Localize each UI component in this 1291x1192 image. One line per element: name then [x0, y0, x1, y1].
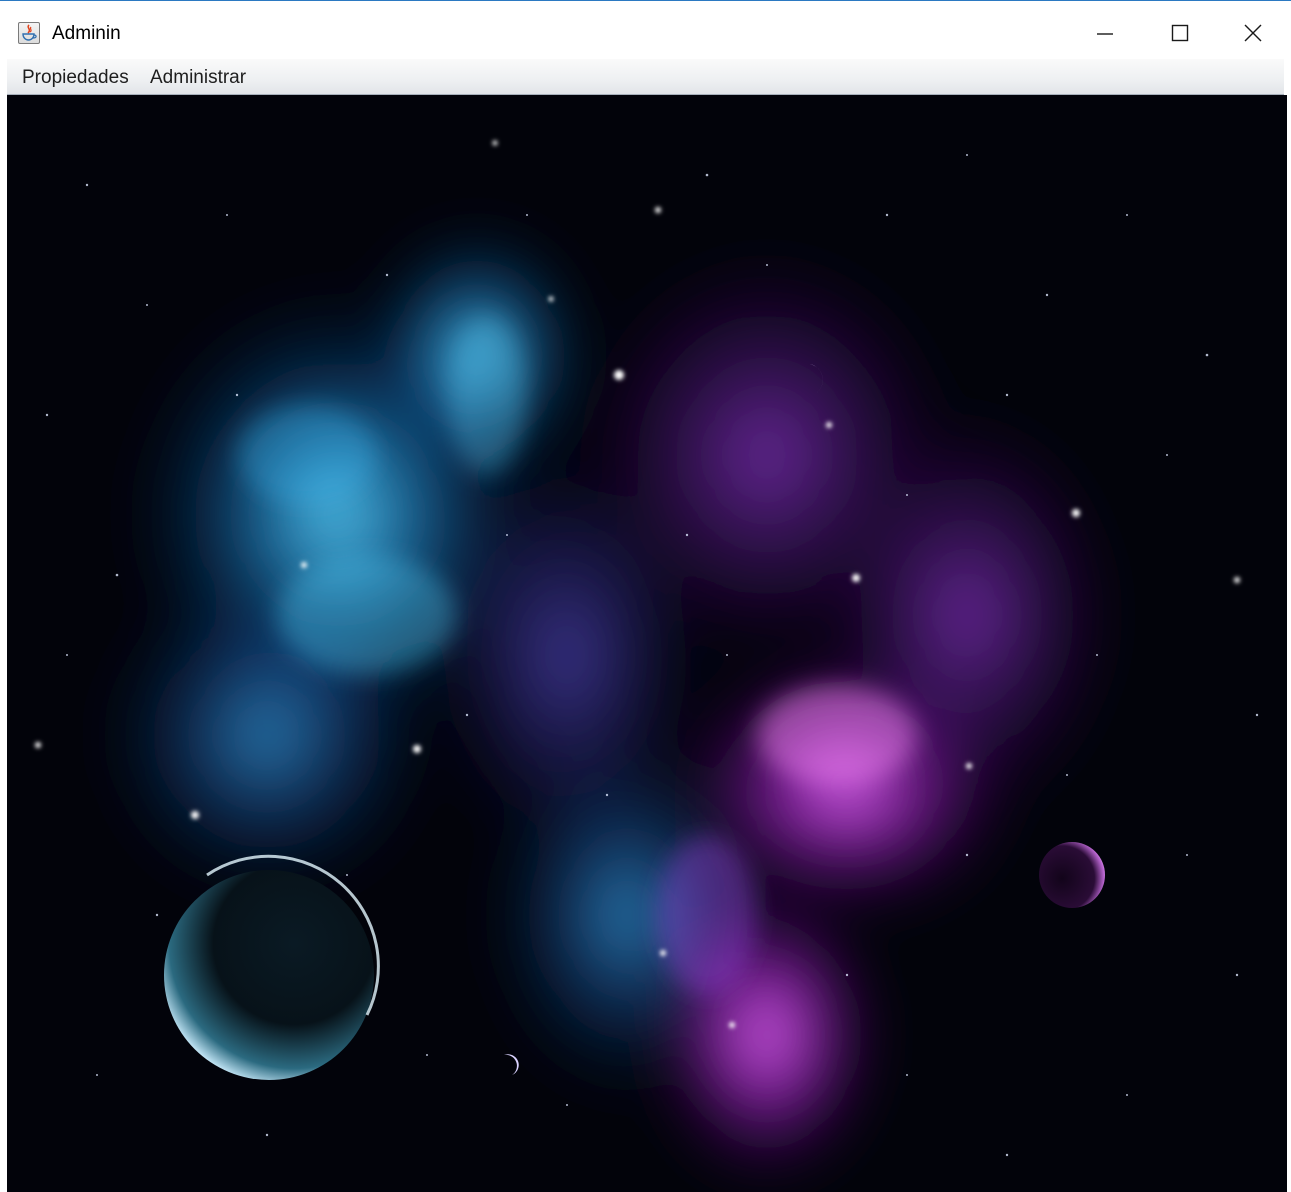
space-nebula-background	[7, 95, 1287, 1192]
minimize-button[interactable]	[1070, 11, 1140, 55]
minimize-icon	[1097, 33, 1113, 35]
maximize-icon	[1171, 24, 1189, 42]
java-cup-icon[interactable]	[18, 22, 40, 44]
menu-propiedades[interactable]: Propiedades	[22, 67, 129, 89]
app-window: Adminin Propiedades Administrar	[0, 0, 1291, 1192]
menu-administrar[interactable]: Administrar	[150, 67, 246, 89]
close-icon	[1244, 24, 1262, 42]
close-button[interactable]	[1218, 11, 1288, 55]
menu-bar: Propiedades Administrar	[7, 59, 1284, 95]
title-bar[interactable]: Adminin	[0, 1, 1291, 59]
maximize-button[interactable]	[1145, 11, 1215, 55]
window-title: Adminin	[52, 23, 121, 44]
